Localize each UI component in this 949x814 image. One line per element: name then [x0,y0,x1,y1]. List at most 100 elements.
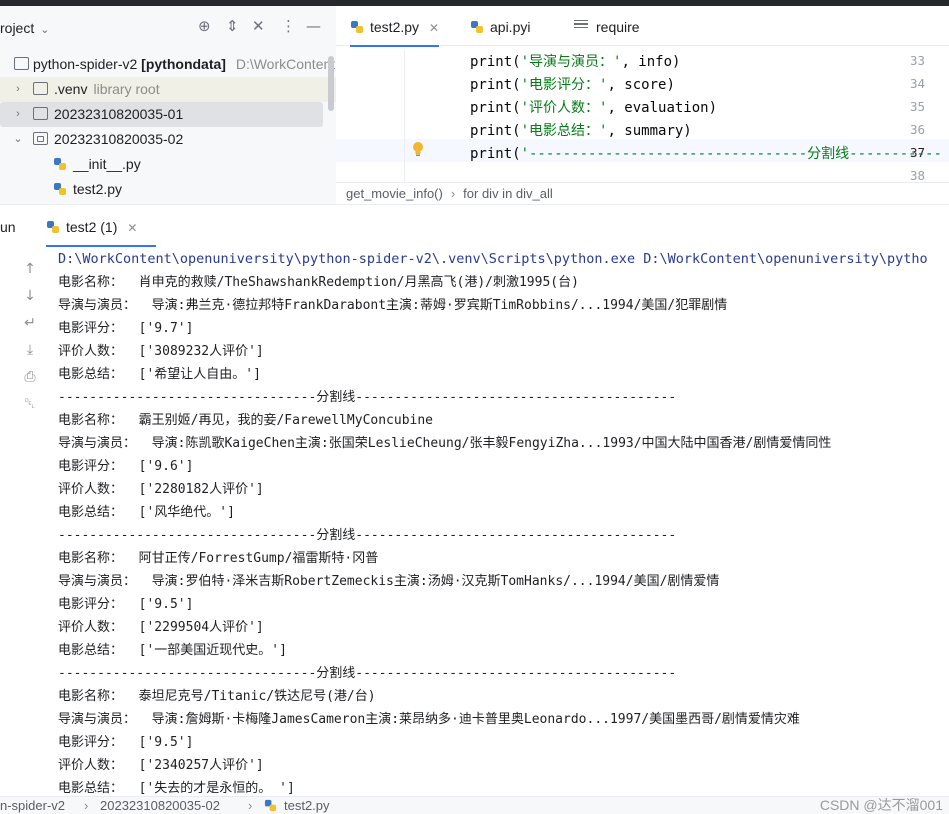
code-args: , score) [607,77,675,93]
chevron-right-icon: › [248,798,253,813]
tree-item-folder-02[interactable]: ⌄ 20232310820035-02 [0,127,336,152]
python-icon [47,221,59,233]
tree-item-label: .venv [54,81,88,97]
status-breadcrumb-item[interactable]: n-spider-v2 [0,798,65,814]
breadcrumb-item[interactable]: get_movie_info() [346,186,443,201]
console-line: 导演与演员： 导演:詹姆斯·卡梅隆JamesCameron主演:莱昂纳多·迪卡普… [58,712,800,727]
breadcrumb-item[interactable]: for div in div_all [463,186,553,201]
code-string: '导演与演员：' [520,54,622,70]
tree-item-label: 20232310820035-01 [54,106,184,122]
hide-icon[interactable]: — [306,18,321,34]
console-command-line: D:\WorkContent\openuniversity\python-spi… [58,251,928,267]
watermark: CSDN @达不溜001 [819,797,943,813]
code-args: , evaluation) [607,100,718,116]
print-icon[interactable]: ⎙ [12,368,48,386]
line-number: 35 [909,99,925,114]
tab-test2-py[interactable]: test2.py ✕ [350,6,440,47]
console-line: 导演与演员： 导演:弗兰克·德拉邦特FrankDarabont主演:蒂姆·罗宾斯… [58,298,728,313]
console-line: 电影评分： ['9.5'] [58,735,194,750]
console-line: 电影总结： ['一部美国近现代史。'] [58,643,287,658]
tree-item-test2-py[interactable]: test2.py [0,177,336,202]
chevron-right-icon: › [84,798,89,813]
folder-icon [14,57,29,70]
editor-tabs: test2.py ✕ api.pyi require [336,6,949,47]
tree-item-path: D:\WorkContent [235,56,336,72]
code-line[interactable]: print('电影总结：', summary) [470,120,692,140]
project-dropdown[interactable]: roject ⌄ [0,20,49,36]
console-line: 评价人数： ['2299504人评价'] [58,620,264,635]
console-line: 电影名称： 泰坦尼克号/Titanic/铁达尼号(港/台) [58,689,376,704]
console-line: ---------------------------------分割线----… [58,528,677,543]
soft-wrap-icon[interactable]: ↵ [12,314,48,332]
locate-icon[interactable]: ⊕ [198,18,211,34]
code-line[interactable]: print('评价人数：', evaluation) [470,97,717,117]
status-breadcrumb-item[interactable]: test2.py [284,798,330,814]
console-output[interactable]: D:\WorkContent\openuniversity\python-spi… [58,248,949,794]
tree-item-label: test2.py [73,181,123,197]
tab-run-test2[interactable]: test2 (1) ✕ [46,205,156,247]
run-panel-title: un [0,219,16,235]
console-line: 评价人数： ['3089232人评价'] [58,344,264,359]
line-number: 38 [909,168,925,183]
trash-icon[interactable]: ␡ [12,395,48,413]
code-function: print( [470,54,521,70]
tab-api-pyi[interactable]: api.pyi [470,6,530,46]
python-icon [54,158,66,170]
code-string: '评价人数：' [520,100,608,116]
code-string: '电影评分：' [520,77,608,93]
arrow-down-icon[interactable]: ↓ [12,287,48,305]
tree-item-module-name: [pythondata] [141,56,226,72]
lightbulb-icon[interactable] [412,141,424,157]
tree-item-label: python-spider-v2 [33,56,138,72]
code-line[interactable]: print('---------------------------------… [470,143,942,163]
tab-label: test2 (1) [66,219,118,235]
options-icon[interactable]: ⋮ [281,18,296,34]
code-line[interactable]: print('电影评分：', score) [470,74,675,94]
close-icon[interactable]: ✕ [429,21,439,35]
code-line[interactable]: print('导演与演员：', info) [470,51,680,71]
tab-label: require [596,19,640,35]
chevron-down-icon[interactable]: ⌄ [12,127,24,152]
status-breadcrumb-item[interactable]: 20232310820035-02 [100,798,220,814]
tree-item-annotation: library root [93,81,160,97]
chevron-right-icon[interactable]: › [12,102,24,127]
console-line: 电影评分： ['9.7'] [58,321,194,336]
project-pane-header: roject ⌄ ⊕ ⇕ ✕ ⋮ — [0,6,336,46]
folder-icon [33,82,48,95]
scroll-to-end-icon[interactable]: ⤓ [12,341,48,359]
close-icon[interactable]: ✕ [127,221,137,235]
console-line: 电影名称： 阿甘正传/ForrestGump/福雷斯特·冈普 [58,551,379,566]
line-number: 33 [909,53,925,68]
expand-all-icon[interactable]: ⇕ [226,18,239,34]
tab-require[interactable]: require [574,6,640,46]
breadcrumb: get_movie_info() › for div in div_all [336,182,949,204]
project-title: roject [0,20,35,36]
tree-item-venv[interactable]: › .venv library root [0,77,336,102]
console-line: 电影名称： 肖申克的救赎/TheShawshankRedemption/月黑高飞… [58,275,579,290]
code-editor: test2.py ✕ api.pyi require 33 34 35 36 37… [336,6,949,204]
line-number: 36 [909,122,925,137]
console-line: ---------------------------------分割线----… [58,390,677,405]
tree-item-project-root[interactable]: python-spider-v2 [pythondata] D:\WorkCon… [0,52,336,77]
tab-label: test2.py [370,19,420,35]
code-function: print( [470,100,521,116]
console-line: 导演与演员： 导演:陈凯歌KaigeChen主演:张国荣LeslieCheung… [58,436,832,451]
tree-item-folder-01[interactable]: › 20232310820035-01 [0,102,323,127]
project-pane: roject ⌄ ⊕ ⇕ ✕ ⋮ — python-spider-v2 [pyth… [0,6,336,204]
console-line: 电影名称： 霸王别姬/再见，我的妾/FarewellMyConcubine [58,413,434,428]
code-function: print( [470,123,521,139]
folder-icon [33,107,48,120]
arrow-up-icon[interactable]: ↑ [12,260,48,278]
collapse-all-icon[interactable]: ✕ [252,18,265,34]
tree-item-label: 20232310820035-02 [54,131,184,147]
code-args: , info) [621,54,681,70]
tree-item-init-py[interactable]: __init__.py [0,152,336,177]
project-scrollbar[interactable] [328,56,334,111]
console-line: 评价人数： ['2280182人评价'] [58,482,264,497]
python-icon [351,21,363,33]
tree-item-label: __init__.py [73,156,141,172]
line-number: 34 [909,76,925,91]
package-icon [33,132,48,145]
chevron-right-icon[interactable]: › [12,77,24,102]
console-line: 电影总结： ['风华绝代。'] [58,505,235,520]
